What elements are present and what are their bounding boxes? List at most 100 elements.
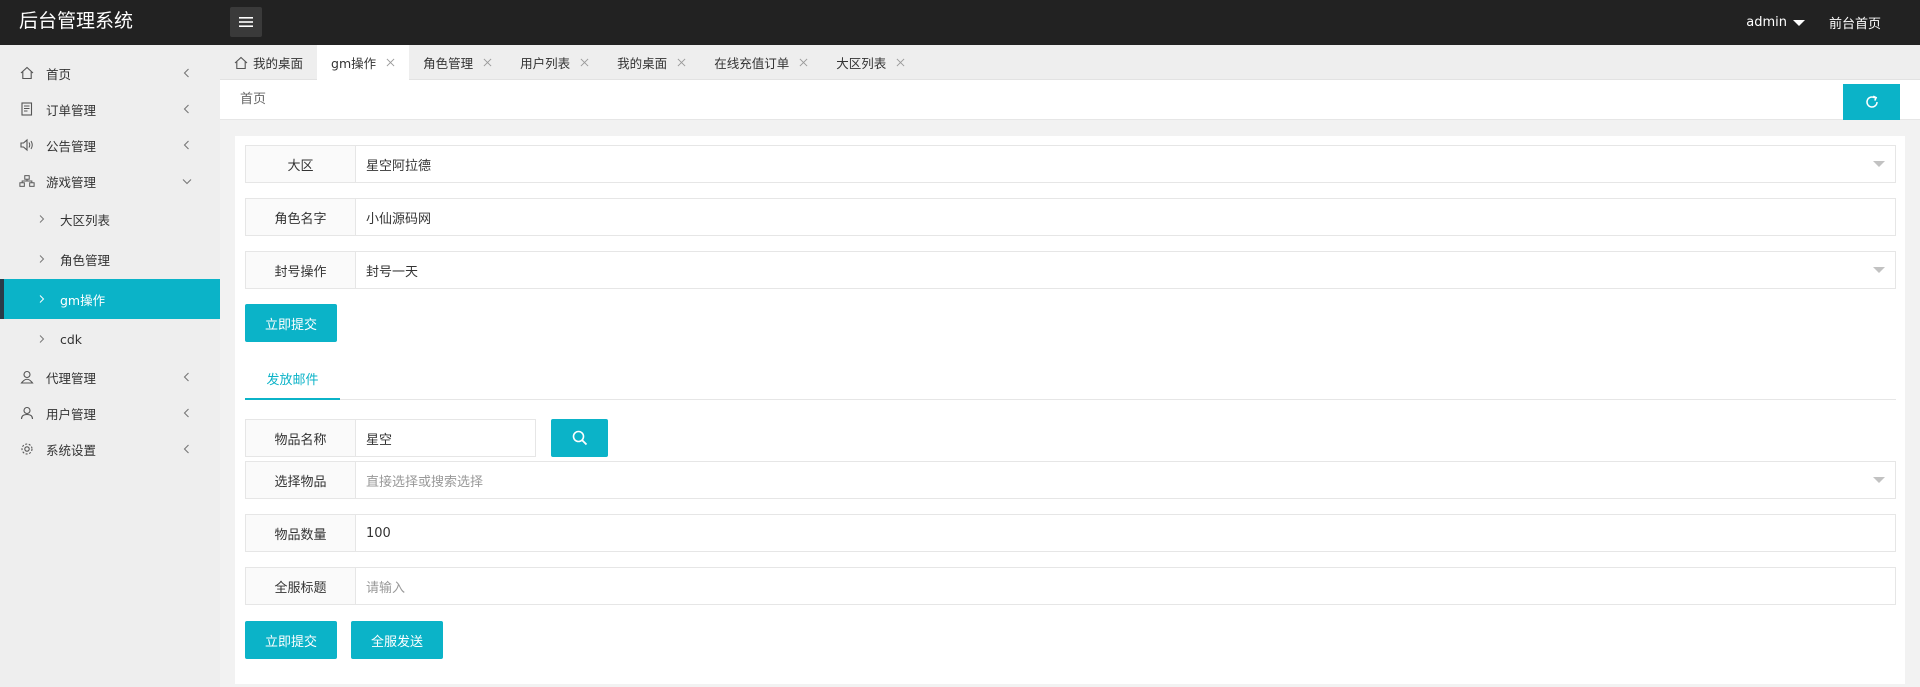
- role-name-label: 角色名字: [246, 199, 356, 235]
- chevron-right-icon: [39, 295, 45, 303]
- user-menu[interactable]: admin: [1746, 15, 1805, 30]
- broadcast-title-input[interactable]: 请输入: [356, 568, 1895, 604]
- sidebar-subitem-label: cdk: [60, 331, 83, 347]
- submit-mail-button[interactable]: 立即提交: [245, 621, 337, 659]
- submit-ban-button[interactable]: 立即提交: [245, 304, 337, 342]
- sidebar-item-home[interactable]: 首页: [0, 55, 220, 91]
- ban-label: 封号操作: [246, 252, 356, 288]
- tab-label: 我的桌面: [617, 56, 668, 71]
- sidebar-item-games[interactable]: 游戏管理: [0, 163, 220, 199]
- tab-label: gm操作: [331, 56, 377, 71]
- ban-select[interactable]: 封号一天: [356, 252, 1895, 288]
- broadcast-title-row: 全服标题 请输入: [245, 567, 1896, 605]
- tab-label: 我的桌面: [253, 56, 304, 71]
- sidebar-item-label: 首页: [46, 66, 72, 82]
- sidebar-subitem-zone-list[interactable]: 大区列表: [0, 199, 220, 239]
- close-icon[interactable]: [799, 58, 808, 67]
- order-icon: [19, 101, 35, 117]
- item-name-row: 物品名称 星空: [245, 419, 536, 457]
- sidebar-subitem-label: gm操作: [60, 292, 106, 308]
- app-title: 后台管理系统: [19, 10, 134, 32]
- breadcrumb[interactable]: 首页: [240, 80, 266, 120]
- tab-user-list[interactable]: 用户列表: [506, 45, 603, 80]
- item-name-value: 星空: [366, 432, 393, 448]
- agent-icon: [19, 369, 35, 385]
- zone-select[interactable]: 星空阿拉德: [356, 146, 1895, 182]
- user-icon: [19, 405, 35, 421]
- chevron-down-icon: [182, 179, 192, 185]
- tab-my-desktop[interactable]: 我的桌面: [220, 45, 317, 80]
- item-qty-value: 100: [366, 525, 391, 541]
- tab-label: 用户列表: [520, 56, 571, 71]
- search-button[interactable]: [551, 419, 608, 457]
- sidebar-item-label: 代理管理: [46, 370, 97, 386]
- chevron-left-icon: [183, 104, 189, 114]
- sitemap-icon: [19, 173, 35, 189]
- sidebar-item-label: 公告管理: [46, 138, 97, 154]
- tab-recharge-orders[interactable]: 在线充值订单: [700, 45, 822, 80]
- dropdown-arrow-icon: [1873, 477, 1885, 483]
- sidebar: 首页 订单管理 公告管理 游戏管理 大区列表 角色管理 gm操作 cdk 代理管…: [0, 45, 220, 687]
- close-icon[interactable]: [677, 58, 686, 67]
- sidebar-item-users[interactable]: 用户管理: [0, 395, 220, 431]
- close-icon[interactable]: [896, 58, 905, 67]
- item-select[interactable]: 直接选择或搜索选择: [356, 462, 1895, 498]
- ban-select-row: 封号操作 封号一天: [245, 251, 1896, 289]
- sidebar-item-settings[interactable]: 系统设置: [0, 431, 220, 467]
- broadcast-title-placeholder: 请输入: [366, 580, 406, 596]
- sidebar-subitem-roles[interactable]: 角色管理: [0, 239, 220, 279]
- item-name-label: 物品名称: [246, 420, 356, 456]
- sidebar-item-orders[interactable]: 订单管理: [0, 91, 220, 127]
- front-home-link[interactable]: 前台首页: [1829, 13, 1881, 32]
- sidebar-item-notices[interactable]: 公告管理: [0, 127, 220, 163]
- close-icon[interactable]: [580, 58, 589, 67]
- dropdown-arrow-icon: [1873, 161, 1885, 167]
- chevron-left-icon: [183, 408, 189, 418]
- tab-roles[interactable]: 角色管理: [409, 45, 506, 80]
- chevron-left-icon: [183, 372, 189, 382]
- item-qty-input[interactable]: 100: [356, 515, 1895, 551]
- sidebar-item-agents[interactable]: 代理管理: [0, 359, 220, 395]
- home-icon: [234, 56, 248, 69]
- zone-label: 大区: [246, 146, 356, 182]
- role-name-input[interactable]: 小仙源码网: [356, 199, 1895, 235]
- sidebar-item-label: 游戏管理: [46, 174, 97, 190]
- broadcast-send-button[interactable]: 全服发送: [351, 621, 443, 659]
- breadcrumb-bar: 首页: [220, 80, 1920, 120]
- gear-icon: [19, 441, 35, 457]
- home-icon: [19, 65, 35, 81]
- tab-bar: 我的桌面 gm操作 角色管理 用户列表 我的桌面 在线充值订单 大区列表: [220, 45, 1920, 80]
- chevron-left-icon: [183, 68, 189, 78]
- close-icon[interactable]: [483, 58, 492, 67]
- item-name-input[interactable]: 星空: [356, 420, 535, 456]
- username: admin: [1746, 15, 1787, 30]
- sidebar-item-label: 系统设置: [46, 442, 97, 458]
- refresh-icon: [1865, 95, 1878, 108]
- sidebar-subitem-label: 大区列表: [60, 212, 111, 228]
- menu-toggle-button[interactable]: [230, 7, 262, 37]
- sidebar-subitem-cdk[interactable]: cdk: [0, 319, 220, 359]
- tab-label: 角色管理: [423, 56, 474, 71]
- role-name-value: 小仙源码网: [366, 211, 432, 227]
- sidebar-item-label: 用户管理: [46, 406, 97, 422]
- item-select-placeholder: 直接选择或搜索选择: [366, 474, 484, 490]
- top-right-area: admin 前台首页: [1746, 0, 1920, 45]
- sidebar-subitem-gm[interactable]: gm操作: [0, 279, 220, 319]
- tab-send-mail[interactable]: 发放邮件: [245, 358, 340, 400]
- item-select-row: 选择物品 直接选择或搜索选择: [245, 461, 1896, 499]
- hamburger-icon: [239, 17, 253, 27]
- sidebar-subitem-label: 角色管理: [60, 252, 111, 268]
- refresh-button[interactable]: [1843, 84, 1900, 120]
- zone-select-value: 星空阿拉德: [366, 158, 432, 174]
- close-icon[interactable]: [386, 58, 395, 67]
- caret-down-icon: [1792, 20, 1805, 26]
- top-bar: 后台管理系统 admin 前台首页: [0, 0, 1920, 45]
- tab-zone-list[interactable]: 大区列表: [822, 45, 919, 80]
- speaker-icon: [19, 137, 35, 153]
- tab-label: 在线充值订单: [714, 56, 790, 71]
- tab-my-desktop-2[interactable]: 我的桌面: [603, 45, 700, 80]
- tab-gm[interactable]: gm操作: [317, 45, 410, 80]
- chevron-left-icon: [183, 444, 189, 454]
- chevron-right-icon: [39, 255, 45, 263]
- chevron-left-icon: [183, 140, 189, 150]
